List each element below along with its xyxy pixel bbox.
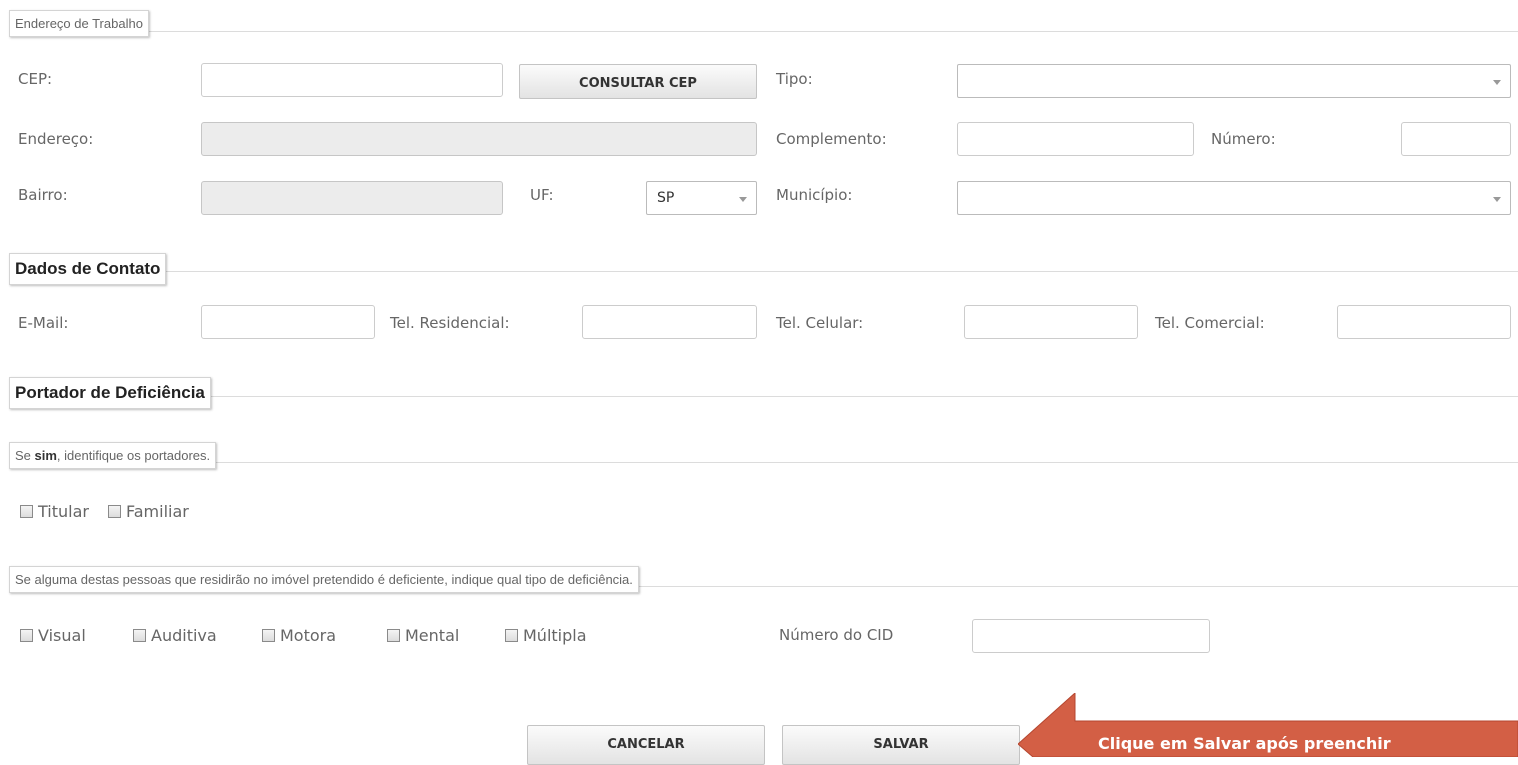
numero-label: Número: — [1211, 130, 1276, 148]
checkbox-icon[interactable] — [387, 629, 400, 642]
bairro-label: Bairro: — [18, 186, 68, 204]
visual-label: Visual — [38, 626, 86, 645]
tel-comercial-label: Tel. Comercial: — [1155, 314, 1265, 332]
tel-celular-input[interactable] — [964, 305, 1138, 339]
municipio-label: Município: — [776, 186, 853, 204]
chevron-down-icon — [1493, 197, 1501, 202]
visual-checkbox[interactable]: Visual — [20, 626, 86, 645]
mental-label: Mental — [405, 626, 460, 645]
holders-hint-prefix: Se — [15, 448, 35, 463]
checkbox-icon[interactable] — [20, 505, 33, 518]
chevron-down-icon — [739, 197, 747, 202]
contact-legend: Dados de Contato — [9, 253, 167, 285]
tipo-label: Tipo: — [776, 70, 813, 88]
cid-input[interactable] — [972, 619, 1210, 653]
email-input[interactable] — [201, 305, 375, 339]
endereco-label: Endereço: — [18, 130, 94, 148]
cancel-button[interactable]: CANCELAR — [527, 725, 765, 765]
bairro-input[interactable] — [201, 181, 503, 215]
checkbox-icon[interactable] — [262, 629, 275, 642]
multipla-checkbox[interactable]: Múltipla — [505, 626, 587, 645]
cid-label: Número do CID — [779, 626, 894, 644]
tel-residencial-input[interactable] — [582, 305, 757, 339]
checkbox-icon[interactable] — [20, 629, 33, 642]
save-button[interactable]: SALVAR — [782, 725, 1020, 765]
auditiva-label: Auditiva — [151, 626, 217, 645]
section-divider — [12, 396, 1518, 397]
endereco-input[interactable] — [201, 122, 757, 156]
checkbox-icon[interactable] — [133, 629, 146, 642]
motora-label: Motora — [280, 626, 337, 645]
numero-input[interactable] — [1401, 122, 1511, 156]
uf-select[interactable]: SP — [646, 181, 757, 215]
section-divider — [12, 271, 1518, 272]
section-divider — [12, 462, 1518, 463]
multipla-label: Múltipla — [523, 626, 587, 645]
checkbox-icon[interactable] — [108, 505, 121, 518]
cep-input[interactable] — [201, 63, 503, 97]
checkbox-icon[interactable] — [505, 629, 518, 642]
titular-label: Titular — [38, 502, 89, 521]
mental-checkbox[interactable]: Mental — [387, 626, 459, 645]
tel-comercial-input[interactable] — [1337, 305, 1511, 339]
familiar-checkbox[interactable]: Familiar — [108, 502, 189, 521]
uf-select-value: SP — [657, 190, 675, 206]
cep-label: CEP: — [18, 70, 53, 88]
tipo-select[interactable] — [957, 64, 1511, 98]
work-address-legend: Endereço de Trabalho — [9, 10, 149, 37]
motora-checkbox[interactable]: Motora — [262, 626, 336, 645]
holders-hint-bold: sim — [34, 448, 57, 463]
titular-checkbox[interactable]: Titular — [20, 502, 89, 521]
callout-text: Clique em Salvar após preenchir — [1098, 734, 1391, 753]
disability-type-hint: Se alguma destas pessoas que residirão n… — [9, 566, 639, 593]
consultar-cep-button[interactable]: CONSULTAR CEP — [519, 64, 757, 99]
municipio-select[interactable] — [957, 181, 1511, 215]
familiar-label: Familiar — [126, 502, 189, 521]
tel-celular-label: Tel. Celular: — [776, 314, 864, 332]
auditiva-checkbox[interactable]: Auditiva — [133, 626, 217, 645]
tel-residencial-label: Tel. Residencial: — [390, 314, 510, 332]
complemento-input[interactable] — [957, 122, 1194, 156]
uf-label: UF: — [530, 186, 554, 204]
complemento-label: Complemento: — [776, 130, 887, 148]
email-label: E-Mail: — [18, 314, 69, 332]
chevron-down-icon — [1493, 80, 1501, 85]
holders-hint: Se sim, identifique os portadores. — [9, 442, 217, 469]
holders-hint-suffix: , identifique os portadores. — [56, 448, 211, 463]
disability-legend: Portador de Deficiência — [9, 377, 211, 409]
section-divider — [12, 31, 1518, 32]
